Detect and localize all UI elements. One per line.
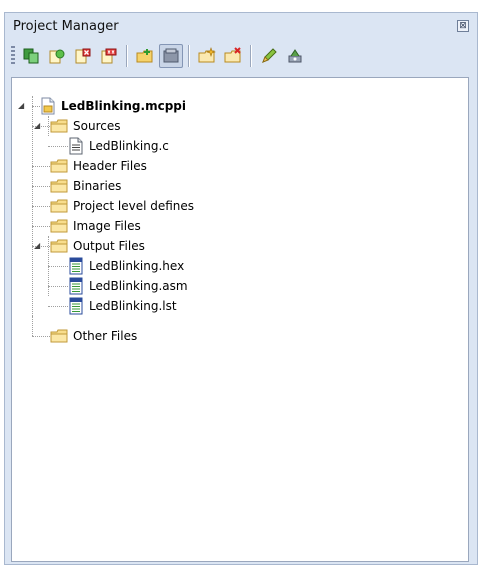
remove-file-icon[interactable] <box>221 44 245 68</box>
remove-icon[interactable] <box>71 44 95 68</box>
tree-item-label: Sources <box>73 119 121 133</box>
remove-all-icon[interactable] <box>97 44 121 68</box>
tree-item-output-file-lst[interactable]: LedBlinking.lst <box>68 296 177 316</box>
folder-icon <box>50 179 68 193</box>
project-manager-panel: Project Manager ⊠ ◢ LedBlinking.mcppi ◢ … <box>4 12 478 565</box>
toolbar-separator <box>126 45 128 67</box>
panel-title: Project Manager <box>13 19 119 34</box>
tree-connector <box>32 226 50 227</box>
folder-icon <box>50 159 68 173</box>
tree-item-other-files[interactable]: Other Files <box>50 326 137 346</box>
c-file-icon <box>69 137 83 155</box>
folder-icon <box>50 329 68 343</box>
open-file-icon[interactable] <box>159 44 183 68</box>
tree-item-label: Project level defines <box>73 199 195 213</box>
tree-item-binaries[interactable]: Binaries <box>50 176 121 196</box>
folder-icon <box>50 239 68 253</box>
toolbar-grip[interactable] <box>11 46 15 66</box>
collapse-arrow-icon[interactable]: ◢ <box>34 122 42 130</box>
tree-item-label: Binaries <box>73 179 122 193</box>
output-file-icon <box>69 257 83 275</box>
settings-icon[interactable] <box>283 44 307 68</box>
tree-item-label: Other Files <box>73 329 138 343</box>
output-file-icon <box>69 297 83 315</box>
add-file-icon[interactable] <box>195 44 219 68</box>
tree-item-label: LedBlinking.c <box>89 139 169 153</box>
tree-item-label: LedBlinking.hex <box>89 259 185 273</box>
tree-item-label: LedBlinking.lst <box>89 299 177 313</box>
tree-connector <box>32 186 50 187</box>
tree-item-label: Header Files <box>73 159 147 173</box>
tree-item-label: LedBlinking.asm <box>89 279 188 293</box>
tree-connector <box>48 146 68 147</box>
tree-item-source-file[interactable]: LedBlinking.c <box>68 136 169 156</box>
panel-title-bar: Project Manager ⊠ <box>7 14 475 40</box>
folder-icon <box>50 199 68 213</box>
tree-item-image-files[interactable]: Image Files <box>50 216 141 236</box>
collapse-arrow-icon[interactable]: ◢ <box>34 242 42 250</box>
folder-icon <box>50 119 68 133</box>
tree-connector <box>32 336 50 337</box>
tree-item-output-file-asm[interactable]: LedBlinking.asm <box>68 276 188 296</box>
tree-connector <box>32 166 50 167</box>
tree-item-header-files[interactable]: Header Files <box>50 156 147 176</box>
output-file-icon <box>69 277 83 295</box>
toolbar <box>11 41 473 71</box>
build-icon[interactable] <box>45 44 69 68</box>
tree-item-sources[interactable]: Sources <box>50 116 120 136</box>
close-icon[interactable]: ⊠ <box>457 20 469 32</box>
collapse-arrow-icon[interactable]: ◢ <box>18 102 26 110</box>
tree-item-output-files[interactable]: Output Files <box>50 236 145 256</box>
tree-item-label: Output Files <box>73 239 145 253</box>
project-tree[interactable]: ◢ LedBlinking.mcppi ◢ Sources LedBlinkin… <box>11 77 469 562</box>
tree-item-label: LedBlinking.mcppi <box>61 99 186 113</box>
project-file-icon <box>41 97 55 115</box>
tree-connector <box>32 106 40 107</box>
toolbar-separator <box>250 45 252 67</box>
tree-item-output-file-hex[interactable]: LedBlinking.hex <box>68 256 184 276</box>
tree-item-label: Image Files <box>73 219 141 233</box>
tree-root-project[interactable]: LedBlinking.mcppi <box>40 96 186 116</box>
folder-icon <box>50 219 68 233</box>
tree-item-project-level-defines[interactable]: Project level defines <box>50 196 194 216</box>
toolbar-separator <box>188 45 190 67</box>
tree-connector <box>32 206 50 207</box>
add-folder-icon[interactable] <box>133 44 157 68</box>
tree-connector <box>48 266 68 267</box>
tree-connector <box>48 306 68 307</box>
edit-icon[interactable] <box>257 44 281 68</box>
tree-connector <box>48 286 68 287</box>
copy-icon[interactable] <box>19 44 43 68</box>
tree-connector <box>32 316 33 336</box>
